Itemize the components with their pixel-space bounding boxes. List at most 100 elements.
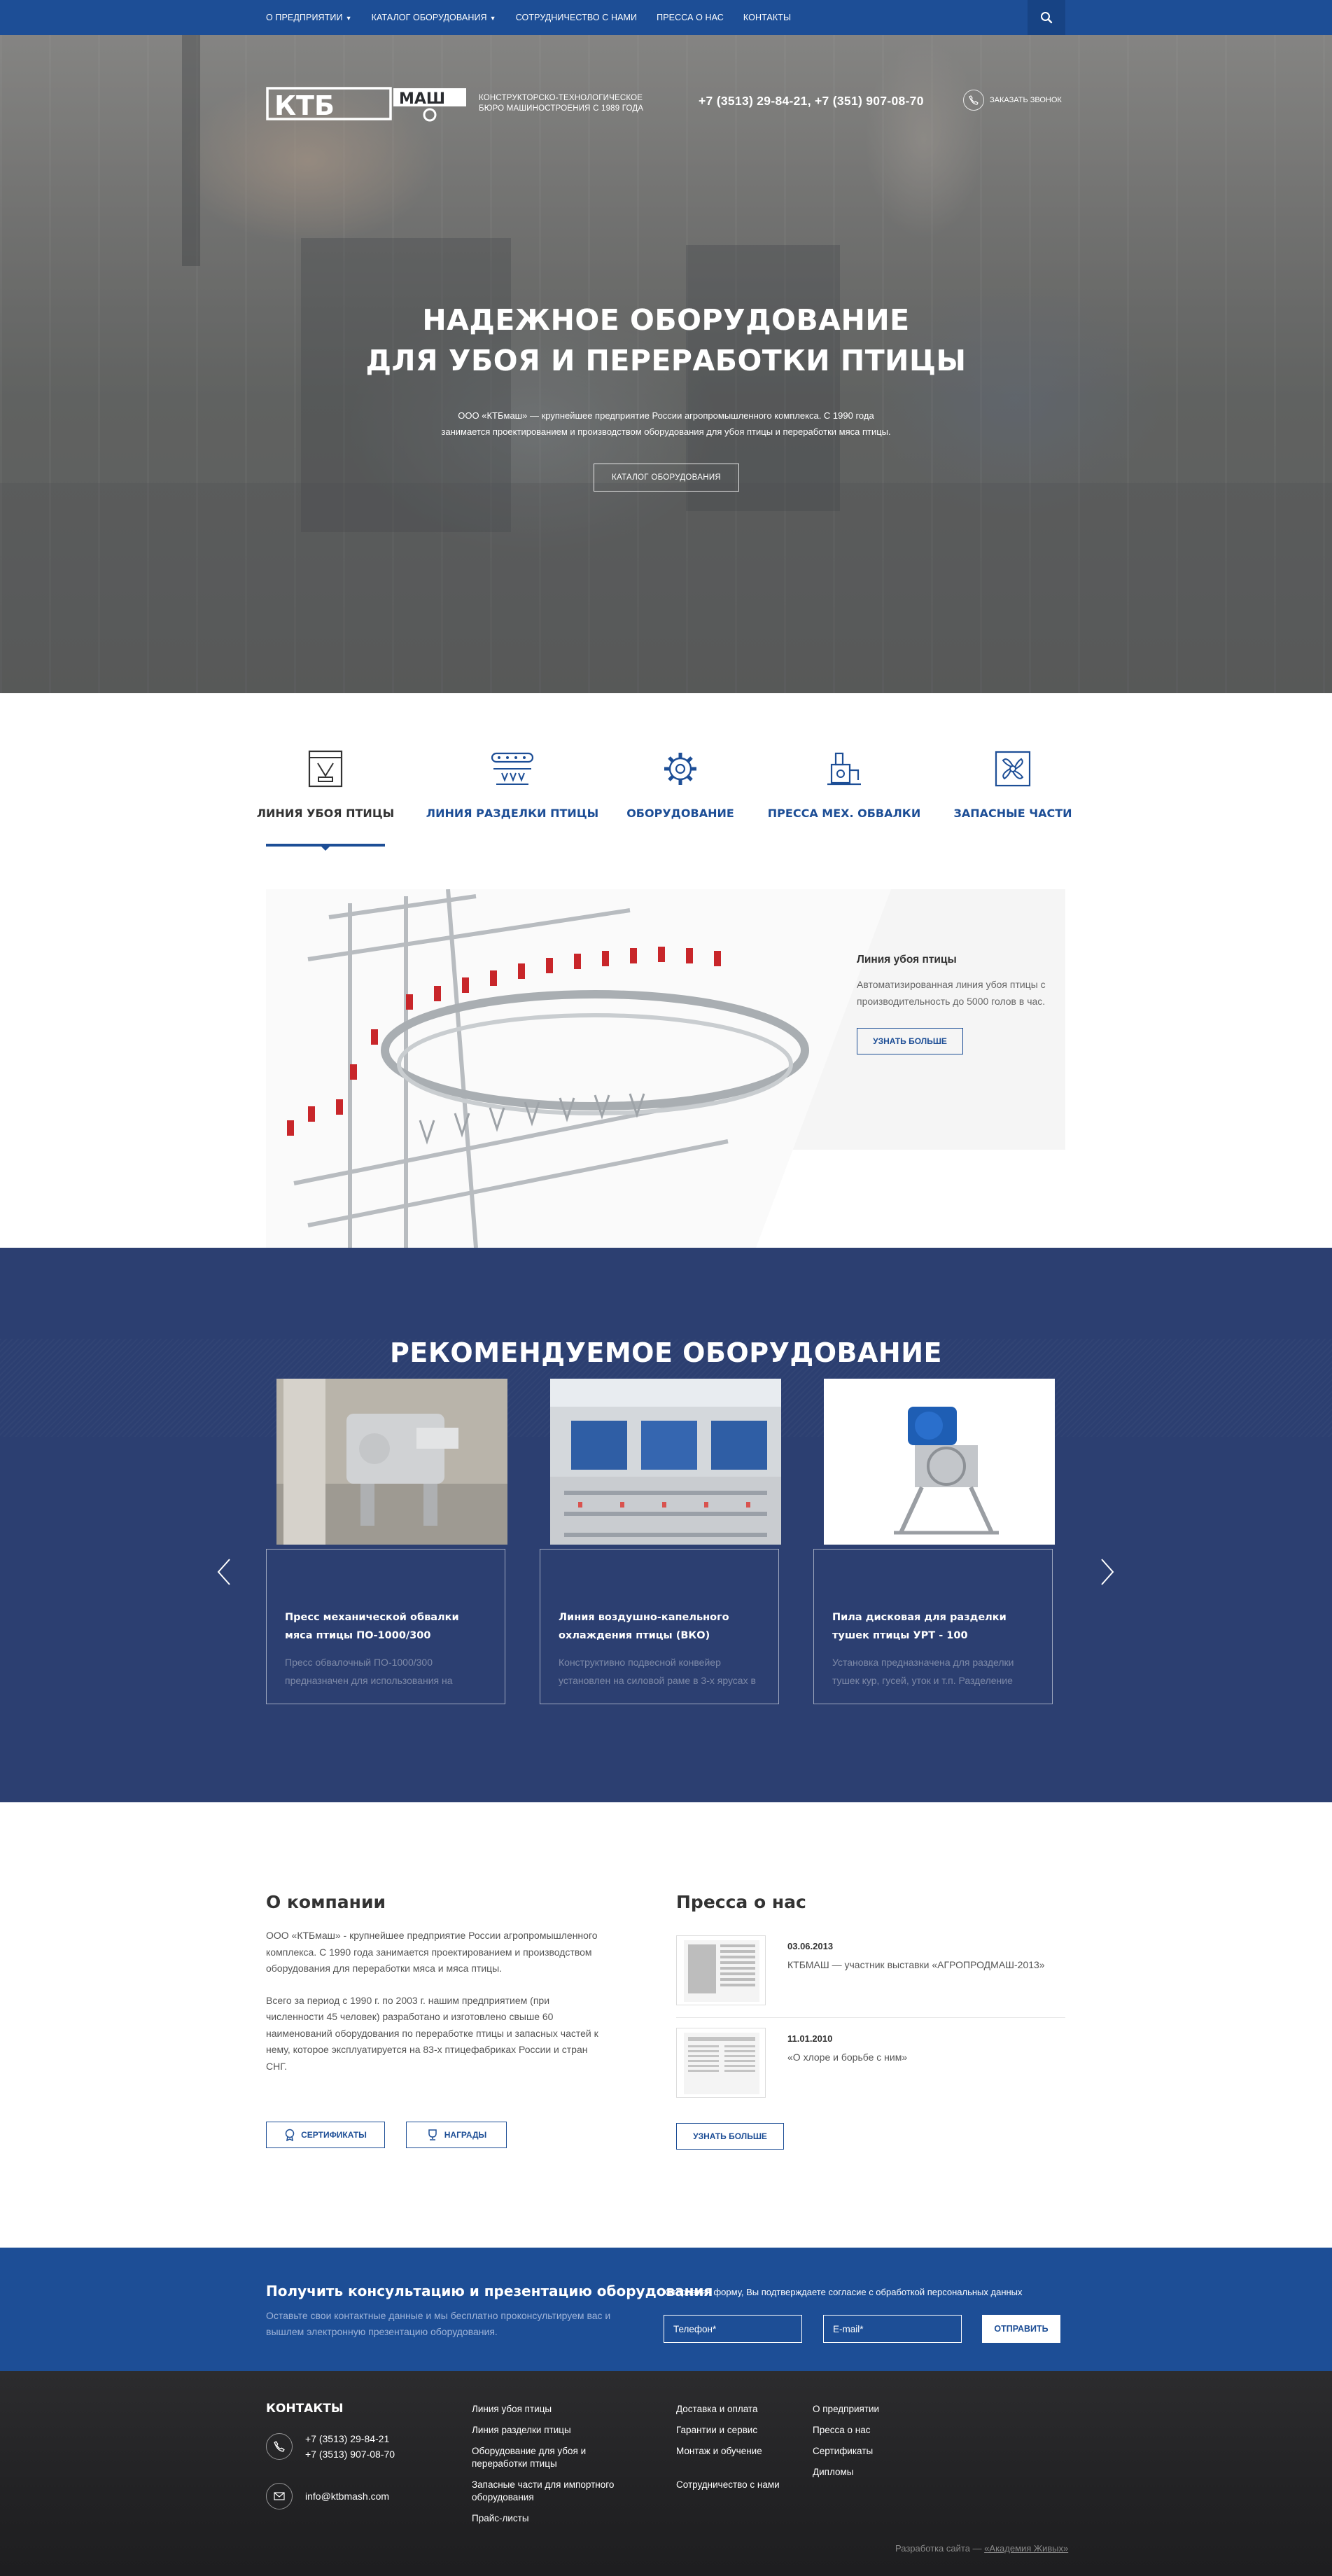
product-title: Пила дисковая для разделки тушек птицы У… [832,1612,1007,1641]
press-item-title: «О хлоре и борьбе с ним» [787,2052,908,2063]
tab-press[interactable]: ПРЕССА МЕХ. ОБВАЛКИ [768,749,920,820]
tab-label: ПРЕССА МЕХ. ОБВАЛКИ [767,807,921,820]
press-item[interactable]: 03.06.2013 КТБМАШ — участник выставки «А… [676,1935,1065,2018]
top-navigation: О ПРЕДПРИЯТИИ ▼ КАТАЛОГ ОБОРУДОВАНИЯ ▼ СОТ… [0,0,1332,35]
tab-label: ЛИНИЯ УБОЯ ПТИЦЫ [256,807,395,820]
catalog-button[interactable]: КАТАЛОГ ОБОРУДОВАНИЯ [594,464,739,492]
nav-item-press[interactable]: ПРЕССА О НАС [657,13,724,22]
footer-link[interactable]: Дипломы [813,2466,939,2479]
press-item-title: КТБМАШ — участник выставки «АГРОПРОДМАШ-… [787,1959,1045,1970]
carousel-next-arrow[interactable] [1099,1558,1116,1586]
logo-tagline-line: КОНСТРУКТОРСКО-ТЕХНОЛОГИЧЕСКОЕ [479,94,643,102]
product-description: Пресс обвалочный ПО-1000/300 предназначе… [285,1657,453,1686]
feature-block: Линия убоя птицы Автоматизированная лини… [266,889,1065,1248]
nav-item-catalog[interactable]: КАТАЛОГ ОБОРУДОВАНИЯ ▼ [372,13,496,22]
certificates-button[interactable]: СЕРТИФИКАТЫ [266,2122,385,2148]
footer-link[interactable]: Доставка и оплата [676,2403,816,2416]
logo-ktb-text: КТБ [274,90,335,121]
search-icon [1041,12,1053,24]
chevron-down-icon: ▼ [345,15,352,22]
footer-company-links: О предприятии Пресса о нас Сертификаты Д… [813,2403,939,2479]
nav-label: О ПРЕДПРИЯТИИ [266,13,343,22]
about-paragraph: Всего за период с 1990 г. по 2003 г. наш… [266,1994,598,2072]
logo-tagline: КОНСТРУКТОРСКО-ТЕХНОЛОГИЧЕСКОЕ БЮРО МАШИ… [479,93,643,114]
footer-link[interactable]: Сертификаты [813,2445,939,2458]
footer-link[interactable]: Прайс-листы [472,2512,633,2525]
phone-field[interactable] [664,2315,802,2343]
footer-link[interactable]: Сотрудничество с нами [676,2479,816,2491]
hero-title: НАДЕЖНОЕ ОБОРУДОВАНИЕ ДЛЯ УБОЯ И ПЕРЕРАБ… [0,300,1332,381]
product-description: Установка предназначена для разделки туш… [832,1657,1014,1686]
footer-catalog-links: Линия убоя птицы Линия разделки птицы Об… [472,2403,633,2525]
phone-icon [266,2433,293,2460]
form-description: Оставьте свои контактные данные и мы бес… [266,2310,611,2337]
logo-tagline-line: БЮРО МАШИНОСТРОЕНИЯ С 1989 ГОДА [479,104,644,113]
callback-button[interactable]: ЗАКАЗАТЬ ЗВОНОК [963,90,1062,111]
footer-phone[interactable]: +7 (3513) 29-84-21 [305,2431,395,2446]
product-card[interactable]: Пила дисковая для разделки тушек птицы У… [813,1379,1055,1704]
trophy-icon [428,2129,437,2140]
footer-title: КОНТАКТЫ [266,2402,344,2416]
phone-icon [963,90,984,111]
tab-spare-parts[interactable]: ЗАПАСНЫЕ ЧАСТИ [953,749,1072,820]
product-card[interactable]: Линия воздушно-капельного охлаждения пти… [540,1379,781,1704]
hero-lead-line: ООО «КТБмаш» — крупнейшее предприятие Ро… [458,410,874,421]
carousel-prev-arrow[interactable] [216,1558,232,1586]
footer-link[interactable]: Запасные части для импортного оборудован… [472,2479,633,2504]
learn-more-button[interactable]: УЗНАТЬ БОЛЬШЕ [857,1028,963,1054]
recommended-section: РЕКОМЕНДУЕМОЕ ОБОРУДОВАНИЕ Пресс механич… [0,1248,1332,1802]
tab-label: ЗАПАСНЫЕ ЧАСТИ [953,807,1072,820]
press-section: Пресса о нас 03.06.2013 КТБМАШ — участни… [676,1892,1065,2150]
about-paragraph: ООО «КТБмаш» - крупнейшее предприятие Ро… [266,1930,598,1974]
nav-item-contacts[interactable]: КОНТАКТЫ [743,13,791,22]
press-icon [827,752,861,786]
header-phones[interactable]: +7 (3513) 29-84-21, +7 (351) 907-08-70 [699,94,924,109]
credit-prefix: Разработка сайта — [895,2543,982,2554]
search-button[interactable] [1028,0,1065,35]
divider [676,2017,1065,2018]
callback-label: ЗАКАЗАТЬ ЗВОНОК [990,96,1062,104]
send-button[interactable]: ОТПРАВИТЬ [982,2315,1060,2343]
footer-service-links: Доставка и оплата Гарантии и сервис Монт… [676,2403,816,2491]
conveyor-icon [491,752,534,785]
company-logo: КТБ МАШ [266,87,466,122]
feature-description: Автоматизированная линия убоя птицы с пр… [857,979,1046,1007]
press-thumbnail [676,2028,766,2098]
footer-phone[interactable]: +7 (3513) 907-08-70 [305,2446,395,2462]
main-menu: О ПРЕДПРИЯТИИ ▼ КАТАЛОГ ОБОРУДОВАНИЯ ▼ СОТ… [266,0,791,35]
product-image-cooling-line [550,1379,781,1545]
footer-link[interactable]: Гарантии и сервис [676,2424,816,2437]
nav-item-about[interactable]: О ПРЕДПРИЯТИИ ▼ [266,13,352,22]
tab-cutting-line[interactable]: ЛИНИЯ РАЗДЕЛКИ ПТИЦЫ [426,749,598,820]
product-card[interactable]: Пресс механической обвалки мяса птицы ПО… [266,1379,507,1704]
footer-phones[interactable]: +7 (3513) 29-84-21 +7 (3513) 907-08-70 [266,2431,395,2462]
footer-link[interactable]: О предприятии [813,2403,939,2416]
footer-link[interactable]: Линия разделки птицы [472,2424,633,2437]
email-link[interactable]: info@ktbmash.com [305,2488,389,2504]
nav-item-cooperation[interactable]: СОТРУДНИЧЕСТВО С НАМИ [516,13,637,22]
tab-slaughter-line[interactable]: ЛИНИЯ УБОЯ ПТИЦЫ [257,749,394,851]
tab-equipment[interactable]: ОБОРУДОВАНИЕ [626,749,734,820]
awards-button[interactable]: НАГРАДЫ [406,2122,507,2148]
fan-icon [995,751,1031,787]
email-field[interactable] [823,2315,962,2343]
hero-lead: ООО «КТБмаш» — крупнейшее предприятие Ро… [0,408,1332,440]
logo[interactable]: КТБ МАШ КОНСТРУКТОРСКО-ТЕХНОЛОГИЧЕСКОЕ Б… [266,84,643,123]
footer-email[interactable]: info@ktbmash.com [266,2483,389,2509]
press-item[interactable]: 11.01.2010 «О хлоре и борьбе с ним» [676,2028,1065,2110]
logo-mash-text: МАШ [399,90,445,108]
footer: КОНТАКТЫ +7 (3513) 29-84-21 +7 (3513) 90… [0,2371,1332,2576]
phone-list: +7 (3513) 29-84-21 +7 (3513) 907-08-70 [305,2431,395,2462]
feature-title: Линия убоя птицы [857,954,957,966]
credit-link[interactable]: «Академия Живых» [984,2543,1068,2554]
section-title: РЕКОМЕНДУЕМОЕ ОБОРУДОВАНИЕ [390,1337,942,1368]
product-image-saw [824,1379,1055,1545]
press-title: Пресса о нас [676,1892,806,1912]
footer-link[interactable]: Линия убоя птицы [472,2403,633,2416]
footer-link[interactable]: Оборудование для убоя и переработки птиц… [472,2445,633,2470]
footer-link[interactable]: Монтаж и обучение [676,2445,816,2458]
active-tab-notch [321,847,330,851]
press-more-button[interactable]: УЗНАТЬ БОЛЬШЕ [676,2123,784,2150]
footer-link[interactable]: Пресса о нас [813,2424,939,2437]
press-date: 11.01.2010 [787,2033,833,2044]
